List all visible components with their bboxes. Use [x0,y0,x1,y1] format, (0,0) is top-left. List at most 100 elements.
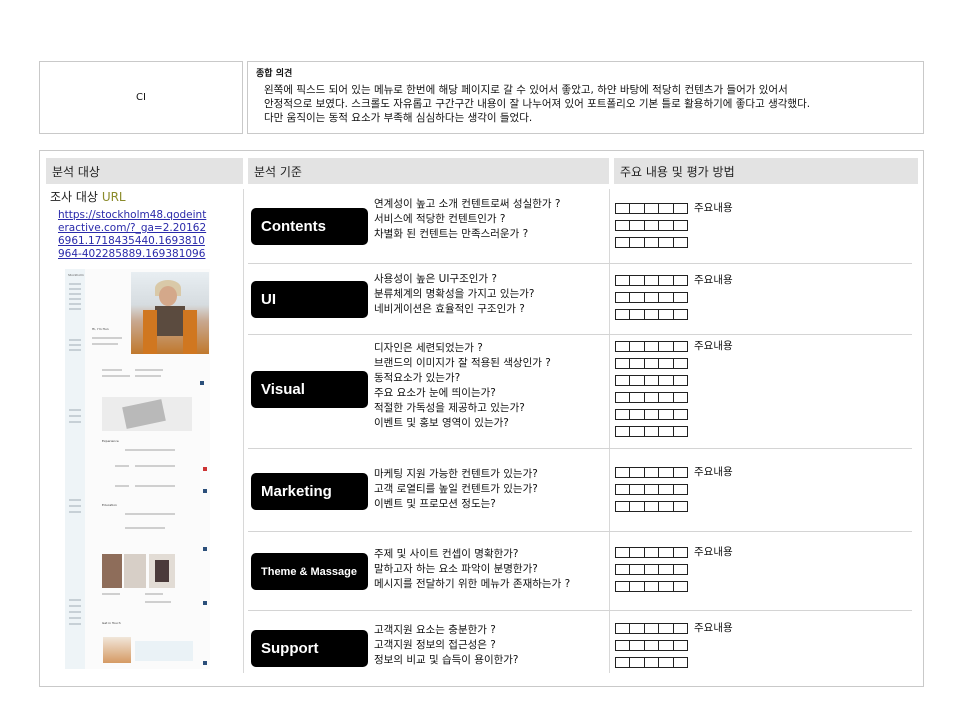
opinion-line: 안정적으로 보였다. 스크롤도 자유롭고 구간구간 내용이 잘 나누어져 있어 … [264,98,811,110]
thumbnail-experience: Experience [102,439,119,443]
eval-label: 주요내용 [694,466,733,478]
target-title-url-word: URL [101,190,126,204]
target-title-prefix: 조사 대상 [50,190,98,204]
score-boxes[interactable] [615,392,688,403]
thumbnail-hero-photo [131,272,209,354]
header-target: 분석 대상 [46,158,243,184]
score-boxes[interactable] [615,292,688,303]
question: 서비스에 적당한 컨텐트인가 ? [374,213,506,225]
eval-group-support: 주요내용 [615,623,733,674]
thumbnail-contact: Get in Touch [102,621,121,625]
opinion-body: 왼쪽에 픽스드 되어 있는 메뉴로 한번에 해당 페이지로 갈 수 있어서 좋았… [256,83,915,125]
criteria-pill-support: Support [251,630,368,667]
site-thumbnail: Stockholm Hi, I'm Hun Experience Educati… [65,269,210,669]
score-boxes[interactable] [615,657,688,668]
question: 사용성이 높은 UI구조인가 ? [374,273,497,285]
thumbnail-gallery-photo [149,554,175,588]
score-boxes[interactable] [615,275,688,286]
score-boxes[interactable] [615,237,688,248]
question: 차별화 된 컨텐트는 만족스러운가 ? [374,228,529,240]
opinion-line: 왼쪽에 픽스드 되어 있는 메뉴로 한번에 해당 페이지로 갈 수 있어서 좋았… [264,84,788,96]
question: 고객 로열티를 높일 컨텐트가 있는가? [374,483,538,495]
opinion-cell: 종합 의견 왼쪽에 픽스드 되어 있는 메뉴로 한번에 해당 페이지로 갈 수 … [247,61,924,134]
row-divider [248,448,912,449]
target-title: 조사 대상 URL [50,188,126,205]
row-divider [248,334,912,335]
criteria-questions-theme-message: 주제 및 사이트 컨셉이 명확한가? 말하고자 하는 요소 파악이 분명한가? … [374,547,570,592]
score-boxes[interactable] [615,640,688,651]
eval-label: 주요내용 [694,274,733,286]
thumbnail-contact-form [135,641,193,661]
score-boxes[interactable] [615,564,688,575]
criteria-questions-contents: 연계성이 높고 소개 컨텐트로써 성실한가 ? 서비스에 적당한 컨텐트인가 ?… [374,197,560,242]
column-divider [609,189,610,673]
eval-label: 주요내용 [694,622,733,634]
opinion-title: 종합 의견 [256,69,293,79]
question: 이벤트 및 프로모션 정도는? [374,498,496,510]
question: 고객지원 요소는 충분한가 ? [374,624,496,636]
criteria-questions-ui: 사용성이 높은 UI구조인가 ? 분류체계의 명확성을 가지고 있는가? 네비게… [374,272,535,317]
score-boxes[interactable] [615,375,688,386]
header-criteria: 분석 기준 [248,158,609,184]
score-boxes[interactable] [615,501,688,512]
criteria-questions-visual: 디자인은 세련되었는가 ? 브랜드의 이미지가 잘 적용된 색상인가 ? 동적요… [374,341,551,431]
analysis-table: 분석 대상 분석 기준 주요 내용 및 평가 방법 조사 대상 URL http… [39,150,924,687]
criteria-pill-theme-message: Theme & Massage [251,553,368,590]
thumbnail-sidebar: Stockholm [65,269,85,669]
question: 연계성이 높고 소개 컨텐트로써 성실한가 ? [374,198,561,210]
criteria-questions-marketing: 마케팅 지원 가능한 컨텐트가 있는가? 고객 로열티를 높일 컨텐트가 있는가… [374,467,538,512]
eval-group-theme-message: 주요내용 [615,547,733,598]
criteria-pill-marketing: Marketing [251,473,368,510]
eval-label: 주요내용 [694,202,733,214]
target-url-link[interactable]: https://stockholm48.qodeinteractive.com/… [58,209,210,259]
score-boxes[interactable] [615,358,688,369]
criteria-pill-visual: Visual [251,371,368,408]
ci-cell: CI [39,61,243,134]
criteria-pill-ui: UI [251,281,368,318]
header-evaluation: 주요 내용 및 평가 방법 [614,158,918,184]
score-boxes[interactable] [615,467,688,478]
score-boxes[interactable] [615,623,688,634]
eval-group-visual: 주요내용 [615,341,733,443]
question: 네비게이션은 효율적인 구조인가 ? [374,303,525,315]
thumbnail-contact-photo [103,637,131,663]
column-divider [243,189,244,673]
row-divider [248,531,912,532]
question: 주요 요소가 눈에 띄이는가? [374,387,496,399]
question: 적절한 가독성을 제공하고 있는가? [374,402,525,414]
question: 분류체계의 명확성을 가지고 있는가? [374,288,535,300]
question: 주제 및 사이트 컨셉이 명확한가? [374,548,519,560]
score-boxes[interactable] [615,341,688,352]
score-boxes[interactable] [615,309,688,320]
thumbnail-gallery-photo [102,554,122,588]
thumbnail-brand: Stockholm [68,273,84,277]
eval-label: 주요내용 [694,546,733,558]
question: 이벤트 및 홍보 영역이 있는가? [374,417,509,429]
question: 고객지원 정보의 접근성은 ? [374,639,496,651]
thumbnail-notebook-photo [102,397,192,431]
eval-group-contents: 주요내용 [615,203,733,254]
row-divider [248,263,912,264]
question: 말하고자 하는 요소 파악이 분명한가? [374,563,538,575]
score-boxes[interactable] [615,426,688,437]
ci-label: CI [136,92,146,103]
eval-group-ui: 주요내용 [615,275,733,326]
score-boxes[interactable] [615,220,688,231]
score-boxes[interactable] [615,203,688,214]
score-boxes[interactable] [615,547,688,558]
thumbnail-education: Education [102,503,117,507]
criteria-questions-support: 고객지원 요소는 충분한가 ? 고객지원 정보의 접근성은 ? 정보의 비교 및… [374,623,519,668]
question: 마케팅 지원 가능한 컨텐트가 있는가? [374,468,538,480]
question: 정보의 비교 및 습득이 용이한가? [374,654,519,666]
score-boxes[interactable] [615,484,688,495]
criteria-pill-contents: Contents [251,208,368,245]
score-boxes[interactable] [615,409,688,420]
question: 동적요소가 있는가? [374,372,461,384]
summary-table: CI 종합 의견 왼쪽에 픽스드 되어 있는 메뉴로 한번에 해당 페이지로 갈… [39,61,924,134]
eval-label: 주요내용 [694,340,733,352]
score-boxes[interactable] [615,581,688,592]
row-divider [248,610,912,611]
thumbnail-hello: Hi, I'm Hun [92,327,109,331]
thumbnail-gallery-photo [124,554,146,588]
eval-group-marketing: 주요내용 [615,467,733,518]
